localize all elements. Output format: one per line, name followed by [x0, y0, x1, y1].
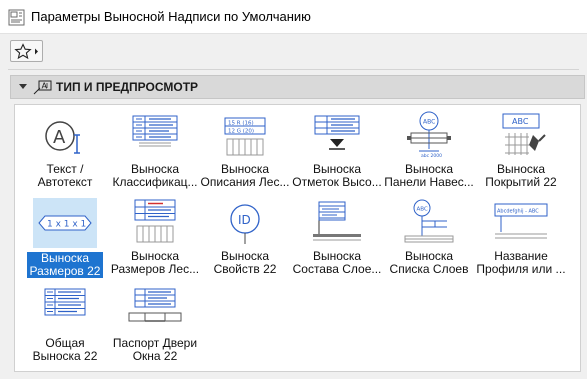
dimensions-preview-text: 1 x 1 x 1 — [47, 220, 86, 230]
window-title: Параметры Выносной Надписи по Умолчанию — [31, 9, 311, 24]
item-label: Текст / Автотекст — [37, 163, 93, 189]
stair-description-label-icon: 15 R (16) 12 G (20) — [224, 117, 266, 156]
svg-text:ABC: ABC — [423, 119, 435, 126]
title-bar: Параметры Выносной Надписи по Умолчанию — [0, 0, 587, 34]
dialog-settings-icon — [8, 9, 25, 26]
svg-text:ABC: ABC — [417, 207, 428, 213]
svg-text:Abcdefghij - ABC: Abcdefghij - ABC — [497, 209, 539, 215]
item-stair-dimensions-label[interactable]: Выноска Размеров Лес... — [109, 196, 201, 280]
item-label: Паспорт Двери Окна 22 — [112, 337, 198, 363]
item-curtain-panel-label[interactable]: ABC abc 2000 Выноска Панели Навес... — [383, 109, 475, 193]
item-label: Выноска Отметок Высо... — [292, 163, 382, 189]
item-label: Выноска Покрытий 22 — [485, 163, 557, 189]
item-classification-label[interactable]: Выноска Классификац... — [109, 109, 201, 193]
curtain-panel-label-icon: ABC abc 2000 — [407, 111, 451, 159]
svg-text:ABC: ABC — [512, 117, 529, 126]
elevation-label-icon — [314, 115, 360, 150]
item-label: Выноска Свойств 22 — [213, 250, 277, 276]
svg-text:A: A — [53, 127, 66, 148]
section-header-type-preview[interactable]: A ТИП И ПРЕДПРОСМОТР — [10, 75, 585, 99]
profile-name-label-icon: Abcdefghij - ABC — [494, 203, 548, 239]
properties-label-icon: ID — [230, 204, 260, 244]
item-text-autotext[interactable]: A Текст / Автотекст — [19, 109, 111, 193]
item-label: Название Профиля или ... — [476, 250, 566, 276]
favorites-button[interactable] — [10, 40, 43, 62]
text-autotext-icon: A — [45, 121, 80, 154]
item-surface-label[interactable]: ABC Выноска Покрытий 22 — [475, 109, 567, 193]
item-dimensions-label[interactable]: 1 x 1 x 1 Выноска Размеров 22 — [19, 196, 111, 280]
svg-text:15 R (16): 15 R (16) — [228, 121, 254, 127]
item-label: Выноска Размеров Лес... — [110, 250, 200, 276]
item-label: Выноска Классификац... — [112, 163, 198, 189]
item-properties-label[interactable]: ID Выноска Свойств 22 — [199, 196, 291, 280]
item-stair-description-label[interactable]: 15 R (16) 12 G (20) Выноска Описания Лес… — [199, 109, 291, 193]
item-label: Выноска Описания Лес... — [200, 163, 290, 189]
svg-text:abc 2000: abc 2000 — [421, 153, 442, 159]
dimensions-label-icon: 1 x 1 x 1 — [33, 198, 97, 248]
stair-dimensions-label-icon — [134, 199, 176, 243]
label-type-grid: A Текст / Автотекст Выноска Классификац.… — [14, 104, 581, 372]
surface-label-icon: ABC — [502, 113, 546, 155]
item-label: Выноска Списка Слоев ... — [389, 250, 469, 278]
layer-composition-label-icon — [313, 201, 361, 241]
classification-label-icon — [132, 115, 178, 147]
item-layer-composition-label[interactable]: Выноска Состава Слое... — [291, 196, 383, 280]
door-window-passport-icon — [128, 288, 182, 322]
item-layer-list-label[interactable]: ABC Выноска Списка Слоев ... — [383, 196, 475, 280]
item-general-label[interactable]: Общая Выноска 22 — [19, 283, 111, 367]
item-label: Выноска Панели Навес... — [384, 163, 474, 189]
item-label: Выноска Состава Слое... — [292, 250, 382, 276]
svg-text:12 G (20): 12 G (20) — [228, 129, 254, 135]
star-icon — [14, 43, 32, 60]
collapse-arrow-icon[interactable] — [19, 84, 27, 89]
layer-list-label-icon: ABC — [404, 199, 454, 243]
chevron-right-icon — [35, 48, 38, 55]
svg-text:A: A — [42, 82, 48, 91]
item-label: Выноска Размеров 22 — [27, 252, 103, 278]
item-door-window-passport[interactable]: Паспорт Двери Окна 22 — [109, 283, 201, 367]
properties-preview-text: ID — [238, 213, 251, 227]
item-elevation-label[interactable]: Выноска Отметок Высо... — [291, 109, 383, 193]
label-preview-icon: A — [33, 80, 52, 95]
general-label-icon — [44, 288, 86, 316]
item-profile-name-label[interactable]: Abcdefghij - ABC Название Профиля или ..… — [475, 196, 567, 280]
separator — [8, 69, 579, 70]
section-title: ТИП И ПРЕДПРОСМОТР — [56, 80, 199, 94]
item-label: Общая Выноска 22 — [32, 337, 98, 363]
